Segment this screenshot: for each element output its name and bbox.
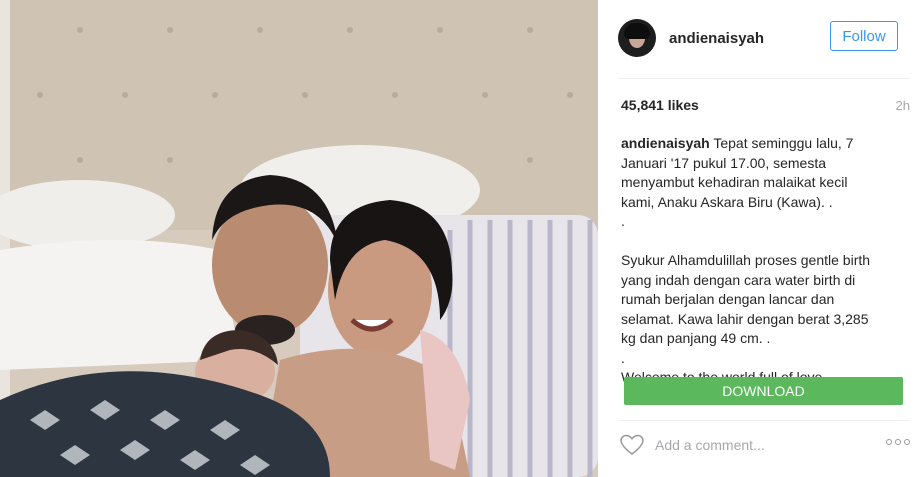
header-divider bbox=[618, 78, 910, 79]
caption-dot-2: . bbox=[621, 349, 625, 366]
comment-divider bbox=[618, 420, 910, 421]
post-header: andienaisyah Follow bbox=[618, 17, 906, 59]
username-link[interactable]: andienaisyah bbox=[669, 30, 764, 47]
family-photo-image bbox=[0, 0, 598, 477]
caption: andienaisyah Tepat seminggu lalu, 7 Janu… bbox=[621, 134, 881, 388]
more-options-icon[interactable] bbox=[886, 439, 910, 445]
post-sidebar: andienaisyah Follow 45,841 likes 2h andi… bbox=[598, 0, 918, 477]
follow-button[interactable]: Follow bbox=[830, 21, 898, 51]
caption-username[interactable]: andienaisyah bbox=[621, 135, 710, 151]
post-photo[interactable] bbox=[0, 0, 598, 477]
post-time[interactable]: 2h bbox=[896, 98, 910, 113]
caption-text-2: Syukur Alhamdulillah proses gentle birth… bbox=[621, 252, 871, 346]
likes-count[interactable]: 45,841 likes bbox=[621, 97, 699, 113]
likes-row: 45,841 likes 2h bbox=[621, 97, 910, 117]
comment-input[interactable]: Add a comment... bbox=[655, 437, 765, 453]
download-button[interactable]: DOWNLOAD bbox=[624, 377, 903, 405]
avatar[interactable] bbox=[618, 19, 656, 57]
comment-row: Add a comment... bbox=[620, 430, 910, 460]
heart-icon[interactable] bbox=[620, 434, 644, 456]
instagram-post: andienaisyah Follow 45,841 likes 2h andi… bbox=[0, 0, 918, 477]
caption-dot-1: . bbox=[621, 213, 625, 229]
